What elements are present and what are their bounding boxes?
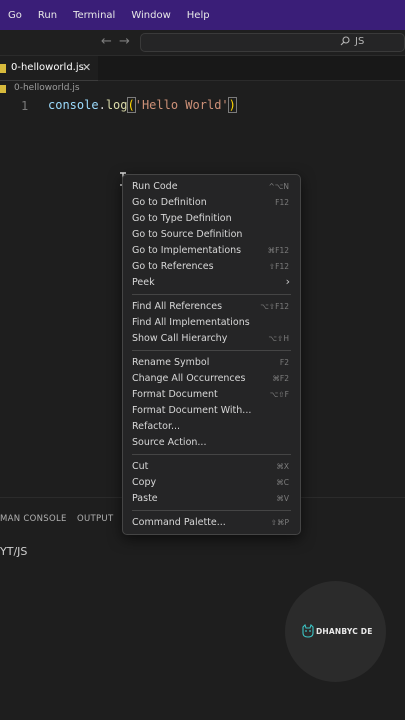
tab-bar: 0-helloworld.js ✕	[0, 56, 405, 81]
menu-item-rename-symbol[interactable]: Rename Symbol F2	[123, 355, 300, 371]
menu-separator	[123, 451, 300, 459]
tab-helloworld[interactable]: 0-helloworld.js ✕	[0, 56, 98, 81]
menu-item-format-document-with[interactable]: Format Document With...	[123, 403, 300, 419]
menu-item-source-action[interactable]: Source Action...	[123, 435, 300, 451]
code-line[interactable]: console.log('Hello World')	[48, 97, 237, 113]
code-token-string: 'Hello World'	[134, 98, 229, 112]
menu-item-peek[interactable]: Peek ›	[123, 275, 300, 291]
title-bar: ← → JS	[0, 30, 405, 56]
cat-logo-icon	[302, 624, 314, 638]
menu-separator	[123, 507, 300, 515]
search-icon	[340, 36, 350, 46]
menu-separator	[123, 347, 300, 355]
menu-item-go-to-type-definition[interactable]: Go to Type Definition	[123, 211, 300, 227]
menu-item-paste[interactable]: Paste ⌘V	[123, 491, 300, 507]
menu-help[interactable]: Help	[187, 10, 210, 21]
tab-label: 0-helloworld.js	[11, 62, 84, 73]
context-menu: Run Code ^⌥N Go to Definition F12 Go to Ty…	[122, 174, 301, 535]
breadcrumb-label: 0-helloworld.js	[14, 83, 80, 93]
terminal-text: YT/JS	[0, 545, 28, 558]
watermark-text: DHANBYC DE	[316, 627, 373, 636]
menu-item-go-to-source-definition[interactable]: Go to Source Definition	[123, 227, 300, 243]
menu-item-format-document[interactable]: Format Document ⌥⇧F	[123, 387, 300, 403]
code-token-close-paren: )	[227, 97, 237, 113]
panel-tab-console[interactable]: MAN CONSOLE	[0, 514, 67, 524]
menu-item-go-to-definition[interactable]: Go to Definition F12	[123, 195, 300, 211]
close-icon[interactable]: ✕	[82, 61, 91, 74]
watermark-logo: DHANBYC DE	[285, 581, 386, 682]
js-file-icon	[0, 64, 6, 73]
command-center-search[interactable]: JS	[140, 33, 405, 52]
menu-window[interactable]: Window	[131, 10, 170, 21]
search-label: JS	[355, 36, 365, 47]
menu-item-run-code[interactable]: Run Code ^⌥N	[123, 179, 300, 195]
menu-go[interactable]: Go	[8, 10, 22, 21]
code-token-open-paren: (	[126, 97, 136, 113]
menu-terminal[interactable]: Terminal	[73, 10, 115, 21]
panel-tab-output[interactable]: OUTPUT	[77, 514, 113, 524]
menu-item-change-all-occurrences[interactable]: Change All Occurrences ⌘F2	[123, 371, 300, 387]
code-token-function: log	[105, 98, 128, 112]
menu-item-refactor[interactable]: Refactor...	[123, 419, 300, 435]
menu-item-find-all-implementations[interactable]: Find All Implementations	[123, 315, 300, 331]
menu-run[interactable]: Run	[38, 10, 57, 21]
menu-item-copy[interactable]: Copy ⌘C	[123, 475, 300, 491]
menu-item-cut[interactable]: Cut ⌘X	[123, 459, 300, 475]
chevron-right-icon: ›	[285, 275, 290, 288]
forward-arrow-icon[interactable]: →	[119, 34, 130, 49]
menu-item-find-all-references[interactable]: Find All References ⌥⇧F12	[123, 299, 300, 315]
menu-item-show-call-hierarchy[interactable]: Show Call Hierarchy ⌥⇧H	[123, 331, 300, 347]
menu-bar: Go Run Terminal Window Help	[0, 0, 405, 30]
menu-separator	[123, 291, 300, 299]
menu-item-command-palette[interactable]: Command Palette... ⇧⌘P	[123, 515, 300, 531]
code-token-dot: .	[98, 98, 106, 112]
js-file-icon	[0, 85, 6, 93]
back-arrow-icon[interactable]: ←	[101, 34, 112, 49]
line-number: 1	[21, 99, 29, 113]
code-token-object: console	[48, 98, 99, 112]
menu-item-go-to-implementations[interactable]: Go to Implementations ⌘F12	[123, 243, 300, 259]
menu-item-go-to-references[interactable]: Go to References ⇧F12	[123, 259, 300, 275]
